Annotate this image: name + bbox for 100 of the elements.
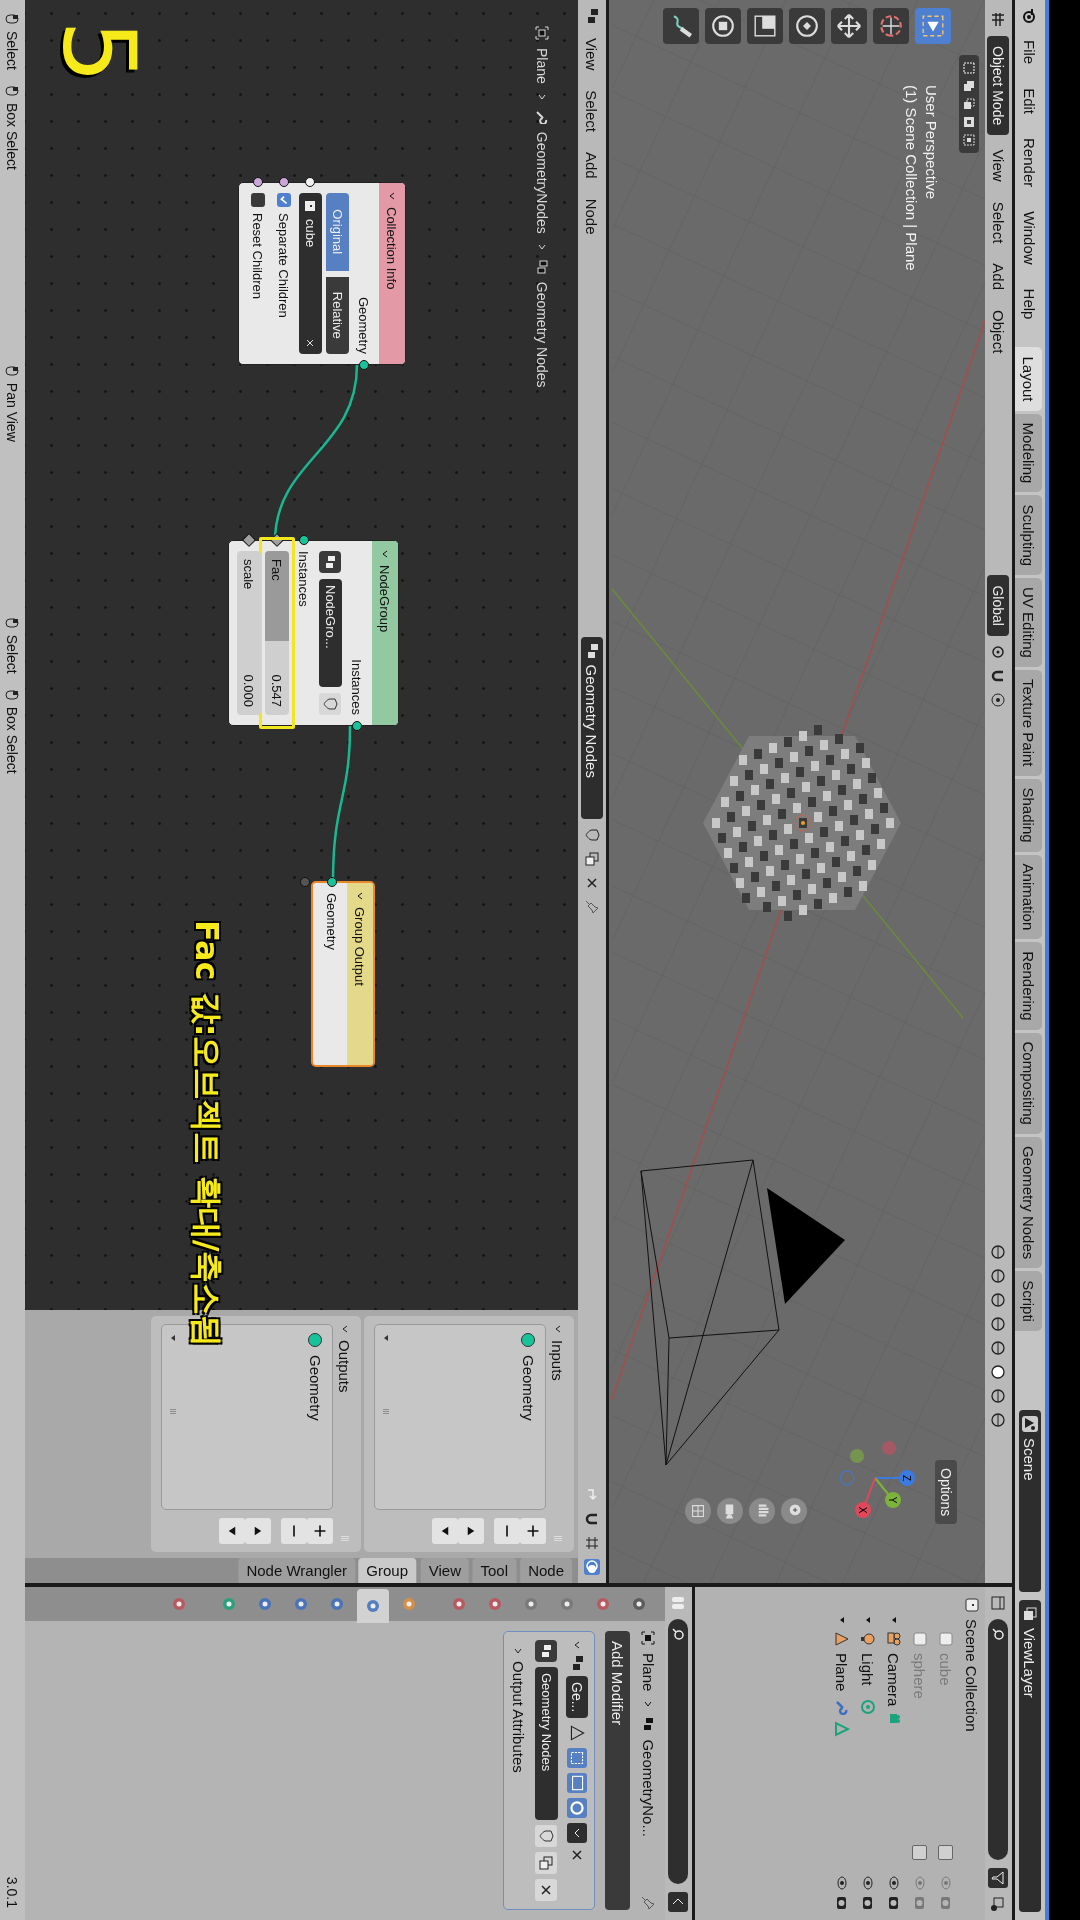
camera-icon[interactable]	[835, 1896, 849, 1910]
select-box-icon[interactable]	[915, 8, 951, 44]
camera-icon[interactable]	[861, 1896, 875, 1910]
socket-icon[interactable]	[253, 177, 263, 187]
sidebar-tab[interactable]: Node	[520, 1558, 572, 1583]
options-dropdown[interactable]: Options	[935, 1460, 957, 1525]
axis-gizmo-drawing[interactable]: Z Y X	[835, 1438, 915, 1518]
grip-icon[interactable]	[553, 1534, 563, 1544]
new-collection-icon[interactable]	[990, 1896, 1007, 1912]
scene-selector[interactable]: Scene	[1019, 1410, 1041, 1592]
outliner-item[interactable]: Light	[859, 1653, 877, 1693]
chevron-down-icon[interactable]	[387, 191, 397, 201]
blender-logo-icon[interactable]	[1022, 8, 1038, 24]
view-layer-selector[interactable]: ViewLayer	[1019, 1600, 1041, 1912]
checkbox[interactable]	[251, 193, 265, 207]
chevron-down-icon[interactable]	[553, 1324, 563, 1334]
chevron-right-icon[interactable]	[513, 1646, 524, 1656]
node-header[interactable]: NodeGroup	[372, 541, 398, 725]
select-invert-icon[interactable]	[962, 115, 976, 129]
checkbox[interactable]	[938, 1845, 954, 1860]
segment-option[interactable]: Original	[326, 193, 349, 271]
search-field[interactable]	[668, 1619, 689, 1884]
socket-icon[interactable]	[352, 721, 362, 731]
select-subtract-icon[interactable]	[962, 97, 976, 111]
workspace-tab[interactable]: Layout	[1015, 347, 1042, 411]
socket-icon[interactable]	[299, 535, 309, 545]
socket-icon[interactable]	[327, 877, 337, 887]
outliner-item[interactable]: Plane	[833, 1653, 851, 1693]
solid-sphere-icon[interactable]	[990, 1363, 1007, 1380]
camera-icon[interactable]	[717, 1498, 743, 1524]
menu-item[interactable]: Edit	[1019, 80, 1041, 123]
selection-mode-group[interactable]	[959, 55, 979, 153]
scale-icon[interactable]	[747, 8, 783, 44]
grip-icon[interactable]	[381, 1407, 391, 1417]
workspace-tab[interactable]: Animation	[1015, 854, 1042, 940]
workspace-tab[interactable]: Texture Paint	[1015, 669, 1042, 776]
segment-option[interactable]: Relative	[326, 276, 349, 354]
socket-icon[interactable]	[305, 177, 316, 187]
move-icon[interactable]	[831, 8, 867, 44]
shield-icon[interactable]	[319, 693, 342, 715]
camera-icon[interactable]	[567, 1798, 587, 1819]
sidebar-tab[interactable]: Node Wrangler	[238, 1558, 355, 1583]
node-header[interactable]: Collection Info	[379, 183, 405, 364]
menu-item[interactable]: Add	[581, 145, 603, 185]
node-group-dropdown[interactable]	[535, 1640, 558, 1662]
clear-icon[interactable]	[305, 338, 316, 348]
proportional-icon[interactable]	[990, 691, 1007, 708]
socket-icon[interactable]	[279, 177, 289, 187]
panel-title[interactable]: Inputs	[549, 1340, 567, 1381]
node-group-dropdown[interactable]	[319, 551, 342, 573]
panel-title[interactable]: Outputs	[336, 1340, 354, 1393]
modifier-name-field[interactable]: Ge...	[566, 1676, 588, 1719]
camera-icon[interactable]	[887, 1896, 901, 1910]
workspace-tab[interactable]: Modeling	[1015, 413, 1042, 493]
edit-mode-icon[interactable]	[567, 1748, 587, 1769]
pin-icon[interactable]	[641, 1896, 656, 1910]
grid-icon[interactable]	[685, 1498, 711, 1524]
workspace-tab[interactable]: Geometry Nodes	[1015, 1136, 1042, 1269]
transform-icon[interactable]	[705, 8, 741, 44]
value-slider[interactable]: Fac 0.547	[265, 551, 289, 715]
sidebar-tab[interactable]: Group	[358, 1558, 417, 1583]
add-modifier-button[interactable]: Add Modifier	[605, 1631, 630, 1910]
close-icon[interactable]	[535, 1879, 558, 1901]
value-slider[interactable]: scale 0.000	[237, 551, 261, 715]
chevron-down-icon[interactable]	[355, 891, 365, 901]
zoom-icon[interactable]	[781, 1498, 807, 1524]
sidebar-tab[interactable]: Tool	[472, 1558, 517, 1583]
menu-item[interactable]: Node	[581, 192, 603, 241]
workspace-tab[interactable]: Sculpting	[1015, 495, 1042, 576]
list-icon[interactable]	[990, 1595, 1007, 1611]
hand-icon[interactable]	[749, 1498, 775, 1524]
menu-item[interactable]: Help	[1019, 280, 1041, 328]
workspace-tab[interactable]: UV Editing	[1015, 578, 1042, 667]
remove-icon[interactable]	[281, 1518, 307, 1544]
workspace-tab[interactable]: Rendering	[1015, 942, 1042, 1030]
rotate-icon[interactable]	[789, 8, 825, 44]
chevron-left-icon[interactable]	[668, 1892, 689, 1912]
menu-item[interactable]: Select	[988, 195, 1009, 250]
chevron-down-icon[interactable]	[340, 1324, 350, 1334]
shield-icon[interactable]	[584, 826, 600, 843]
list-item[interactable]: Geometry	[518, 1333, 539, 1421]
cursor-icon[interactable]	[873, 8, 909, 44]
collection-field[interactable]: cube	[299, 193, 322, 354]
add-icon[interactable]	[520, 1518, 546, 1544]
magnet-icon[interactable]	[584, 1511, 600, 1527]
remove-icon[interactable]	[494, 1518, 520, 1544]
workspace-tab[interactable]: Scripti	[1015, 1271, 1042, 1331]
outliner-item[interactable]: Camera	[885, 1653, 903, 1707]
section-title[interactable]: Output Attributes	[510, 1661, 527, 1773]
menu-item[interactable]: Object	[988, 304, 1009, 360]
checkbox[interactable]	[912, 1845, 928, 1860]
filter-icon[interactable]	[988, 1868, 1009, 1888]
pencil-icon[interactable]	[663, 8, 699, 44]
chevron-down-icon[interactable]	[572, 1640, 582, 1650]
grip-icon[interactable]	[340, 1534, 350, 1544]
orientation-dropdown[interactable]: Global	[987, 575, 1010, 636]
workspace-tab[interactable]: Shading	[1015, 778, 1042, 852]
monitor-icon[interactable]	[567, 1773, 587, 1794]
menu-item[interactable]: Window	[1019, 203, 1041, 273]
properties-tab[interactable]	[357, 1589, 389, 1623]
